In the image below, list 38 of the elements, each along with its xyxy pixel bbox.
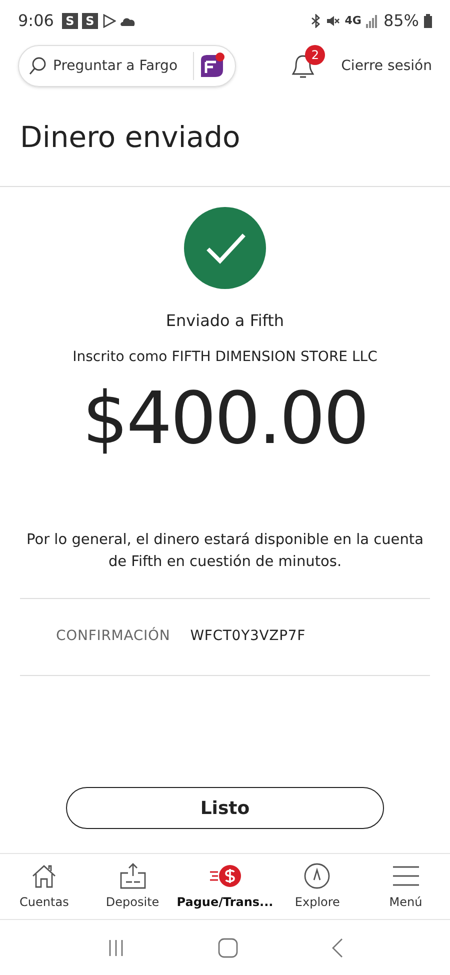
nav-tab[interactable]: Pague/Trans... xyxy=(176,862,274,911)
logout-link[interactable]: Cierre sesión xyxy=(341,56,432,76)
clock: 9:06 xyxy=(18,10,54,32)
battery-icon xyxy=(424,14,432,28)
network-type: 4G xyxy=(344,12,362,29)
notification-count: 2 xyxy=(305,45,326,65)
enrolled-name-text: Inscrito como FIFTH DIMENSION STORE LLC xyxy=(72,348,378,367)
check-deposit-icon xyxy=(118,862,148,890)
nav-tab[interactable]: Menú xyxy=(362,862,450,911)
home-icon[interactable] xyxy=(218,938,238,958)
compass-icon xyxy=(303,862,332,890)
search-bar[interactable]: Preguntar a Fargo xyxy=(18,45,236,87)
nav-tab[interactable]: Explore xyxy=(273,862,362,911)
search-icon xyxy=(29,57,47,75)
signal-icon xyxy=(366,14,378,28)
recipient-text: Enviado a Fifth xyxy=(166,310,284,332)
search-field[interactable]: Preguntar a Fargo xyxy=(53,56,189,76)
chat-logo-icon xyxy=(198,52,226,80)
mute-icon xyxy=(326,14,340,28)
notification-badge: S xyxy=(62,13,78,29)
bluetooth-icon xyxy=(310,14,321,28)
dollar-send-icon xyxy=(208,863,242,889)
recent-apps-icon[interactable] xyxy=(106,938,125,956)
availability-note: Por lo general, el dinero estará disponible en la cuenta de Fifth en cuestión de minutos. xyxy=(26,531,424,572)
nav-tab[interactable]: Deposite xyxy=(88,862,177,911)
back-icon[interactable] xyxy=(331,938,344,958)
page-title: Dinero enviado xyxy=(20,119,240,156)
cloud-icon xyxy=(120,16,136,26)
confirmation-label: CONFIRMACIÓN xyxy=(56,626,170,646)
menu-icon xyxy=(392,865,420,887)
done-button[interactable]: Listo xyxy=(66,787,384,829)
notification-badge: S xyxy=(82,13,98,29)
nav-tab[interactable]: Cuentas xyxy=(0,862,88,911)
play-icon xyxy=(102,14,116,28)
success-check-icon xyxy=(184,207,266,289)
confirmation-code: WFCT0Y3VZP7F xyxy=(190,627,306,646)
battery-level: 85% xyxy=(383,10,419,32)
amount-text: $400.00 xyxy=(82,382,368,454)
